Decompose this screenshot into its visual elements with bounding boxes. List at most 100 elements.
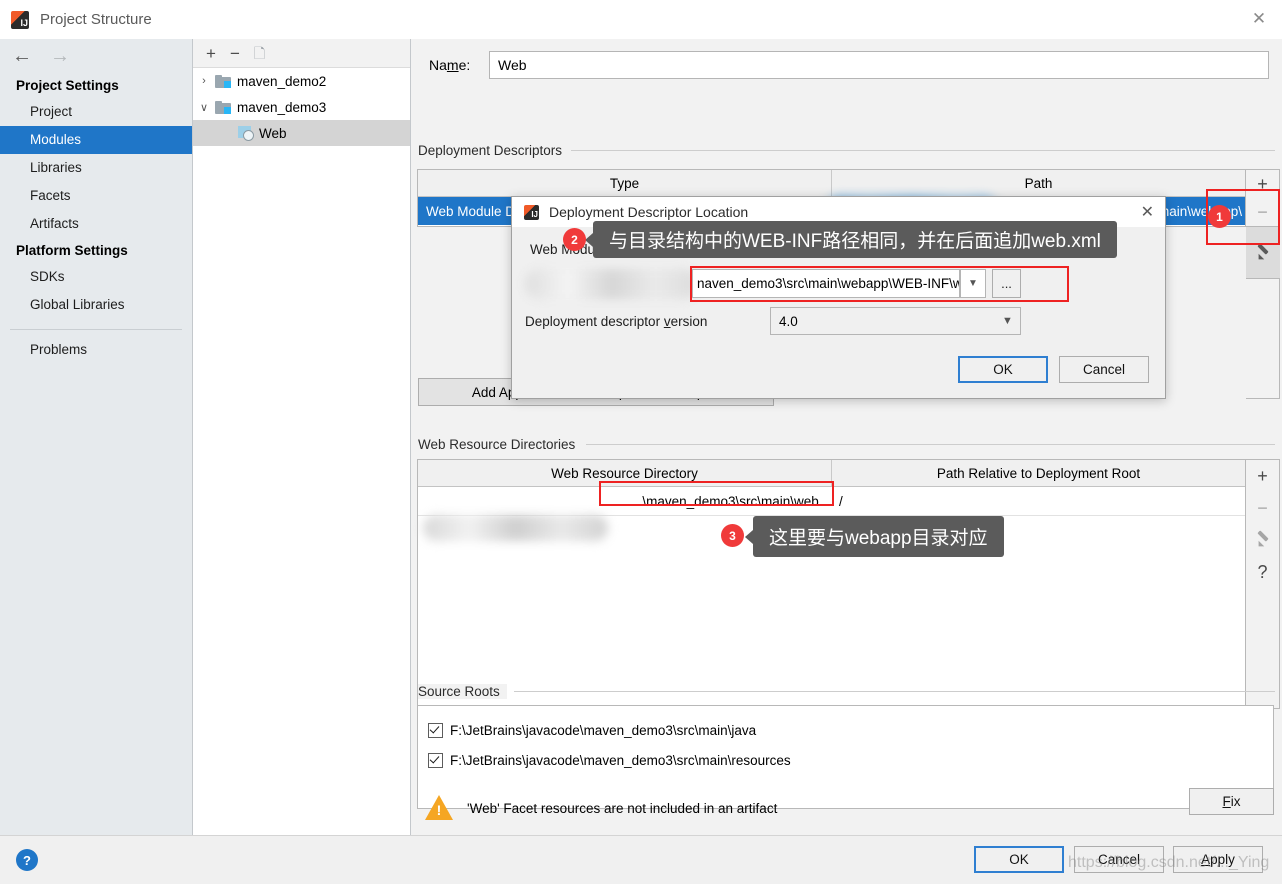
web-facet-icon [237,126,254,141]
arrow-right-icon[interactable]: → [50,46,70,66]
annotation-badge-3: 3 [721,524,744,547]
dialog-ok-button[interactable]: OK [958,356,1048,383]
column-header-path[interactable]: Path [832,170,1245,196]
chevron-right-icon[interactable]: › [193,75,215,87]
edit-descriptor-button[interactable] [1245,227,1280,278]
add-descriptor-button[interactable]: + [1246,170,1280,198]
help-button[interactable]: ? [16,849,38,871]
settings-sidebar: ← → Project Settings Project Modules Lib… [0,39,193,835]
cell-web-resource-directory: \maven_demo3\src\main\web... [642,493,830,509]
edit-web-resource-button[interactable] [1246,524,1280,556]
column-header-web-resource-directory[interactable]: Web Resource Directory [418,460,832,486]
watermark: https://blog.csdn.net/..._Ying [1068,854,1270,871]
sidebar-item-modules[interactable]: Modules [0,126,192,154]
close-icon[interactable]: ✕ [1141,202,1154,222]
add-module-button[interactable]: + [206,45,216,62]
ok-button[interactable]: OK [974,846,1064,873]
descriptor-version-label: Deployment descriptor version [525,314,708,329]
web-resource-directories-group-label: Web Resource Directories [418,437,583,452]
group-divider [571,150,1275,151]
artifact-warning: 'Web' Facet resources are not included i… [425,795,777,821]
sidebar-item-project[interactable]: Project [0,98,192,126]
remove-web-resource-button[interactable]: − [1246,492,1280,524]
name-input[interactable]: Web [489,51,1269,79]
web-resource-directories-toolbar: + − ? [1246,459,1280,709]
module-folder-icon [215,74,231,88]
source-root-checkbox[interactable] [428,752,443,768]
remove-descriptor-button[interactable]: − [1246,198,1280,226]
artifact-warning-text: 'Web' Facet resources are not included i… [467,800,778,816]
redacted-descriptor-blob [525,269,698,299]
tree-node-label: maven_demo3 [237,99,327,115]
window-titlebar: Project Structure ✕ [0,0,1282,40]
source-root-path: F:\JetBrains\javacode\maven_demo3\src\ma… [450,722,757,738]
module-folder-icon [215,100,231,114]
redacted-directory-blob [423,515,608,541]
source-roots-group-label: Source Roots [418,684,507,699]
add-web-resource-button[interactable]: + [1246,460,1280,492]
sidebar-nav-arrows: ← → [0,39,192,73]
module-tree-toolbar: + − 🗋 [193,39,410,68]
source-root-checkbox[interactable] [428,722,443,738]
browse-button[interactable]: ... [992,269,1021,298]
tree-node-label: Web [259,125,287,141]
table-header: Web Resource Directory Path Relative to … [418,460,1245,487]
web-resource-help-button[interactable]: ? [1246,556,1280,588]
sidebar-item-artifacts[interactable]: Artifacts [0,210,192,238]
pencil-edit-icon [1255,245,1271,261]
column-header-path-relative[interactable]: Path Relative to Deployment Root [832,460,1245,486]
cell-path-relative: / [839,493,843,509]
source-root-path: F:\JetBrains\javacode\maven_demo3\src\ma… [450,752,791,768]
deployment-descriptors-toolbar-edit [1245,227,1280,279]
tree-node-web[interactable]: Web [193,120,410,146]
sidebar-item-libraries[interactable]: Libraries [0,154,192,182]
project-structure-window: Project Structure ✕ ← → Project Settings… [0,0,1282,884]
group-divider [586,444,1275,445]
deployment-descriptors-group-label: Deployment Descriptors [418,143,570,158]
copy-icon[interactable]: 🗋 [254,45,265,62]
sidebar-item-facets[interactable]: Facets [0,182,192,210]
descriptor-version-select[interactable]: 4.0 [770,307,1021,335]
chevron-down-icon[interactable]: ▼ [1002,315,1013,327]
chevron-down-icon[interactable]: ▼ [960,269,986,298]
deployment-descriptors-toolbar-filler [1246,279,1280,399]
table-row[interactable]: \maven_demo3\src\main\web... / [418,487,1245,516]
annotation-callout-3: 这里要与webapp目录对应 [745,516,1004,557]
tree-node-maven-demo3[interactable]: ∨ maven_demo3 [193,94,410,120]
tree-node-label: maven_demo2 [237,73,327,89]
sidebar-group-platform-settings: Platform Settings [16,243,128,258]
name-label: Name: [429,57,471,73]
column-header-type[interactable]: Type [418,170,832,196]
close-icon[interactable]: ✕ [1236,0,1282,38]
web-resource-directories-table: Web Resource Directory Path Relative to … [417,459,1246,709]
sidebar-item-sdks[interactable]: SDKs [0,263,192,291]
tree-node-maven-demo2[interactable]: › maven_demo2 [193,68,410,94]
sidebar-item-problems[interactable]: Problems [0,336,192,364]
remove-module-button[interactable]: − [230,45,240,62]
list-item[interactable]: F:\JetBrains\javacode\maven_demo3\src\ma… [418,715,1273,745]
module-tree-panel: + − 🗋 › maven_demo2 ∨ maven_demo3 Web [193,39,411,835]
intellij-idea-logo-icon [524,204,539,220]
sidebar-item-global-libraries[interactable]: Global Libraries [0,291,192,319]
sidebar-group-project-settings: Project Settings [16,78,119,93]
pencil-edit-icon [1255,532,1271,548]
descriptor-path-input[interactable]: naven_demo3\src\main\webapp\WEB-INF\web.… [692,269,960,298]
warning-triangle-icon [425,795,453,821]
dialog-title: Deployment Descriptor Location [549,204,749,220]
intellij-idea-logo-icon [11,10,29,29]
annotation-callout-2: 与目录结构中的WEB-INF路径相同，并在后面追加web.xml [585,221,1117,258]
source-roots-list: F:\JetBrains\javacode\maven_demo3\src\ma… [417,705,1274,809]
group-divider [514,691,1275,692]
arrow-left-icon[interactable]: ← [12,46,32,66]
window-title: Project Structure [40,11,152,28]
list-item[interactable]: F:\JetBrains\javacode\maven_demo3\src\ma… [418,745,1273,775]
deployment-descriptors-toolbar: + − [1246,169,1280,227]
name-row: Name: Web [429,51,1269,79]
web-facet-settings-panel: Name: Web Deployment Descriptors Type Pa… [411,39,1282,835]
dialog-cancel-button[interactable]: Cancel [1059,356,1149,383]
annotation-badge-2: 2 [563,228,586,251]
sidebar-divider [10,329,182,330]
table-header: Type Path [418,170,1245,197]
fix-button[interactable]: Fix [1189,788,1274,815]
chevron-down-icon[interactable]: ∨ [193,101,215,114]
